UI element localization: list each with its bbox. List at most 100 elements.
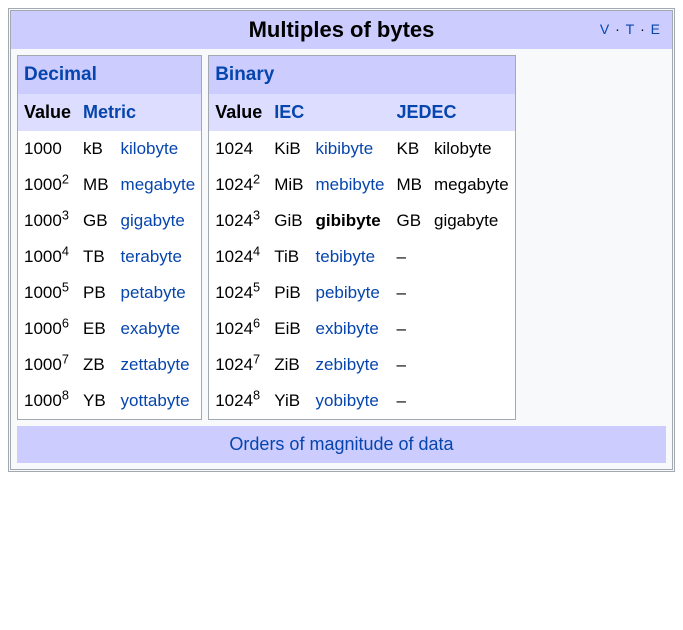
jedec-symbol-cell: GB [391, 203, 429, 239]
vte-view-link[interactable]: V [598, 21, 611, 37]
jedec-dash-cell: – [391, 383, 515, 419]
jedec-name-cell: megabyte [428, 167, 515, 203]
iec-name-cell: mebibyte [310, 167, 391, 203]
unit-link[interactable]: yottabyte [121, 391, 190, 410]
table-row: 10005PB petabyte [18, 275, 201, 311]
name-cell: terabyte [115, 239, 202, 275]
table-row: 10242MiB mebibyte MBmegabyte [209, 167, 514, 203]
orders-of-magnitude-link[interactable]: Orders of magnitude of data [229, 434, 453, 454]
symbol-cell: YB [77, 383, 115, 419]
iec-symbol-cell: ZiB [268, 347, 309, 383]
value-cell: 10002 [18, 167, 77, 203]
name-cell: megabyte [115, 167, 202, 203]
multiples-of-bytes-box: Multiples of bytes V · T · E Decimal Val… [8, 8, 675, 472]
unit-link[interactable]: terabyte [121, 247, 182, 266]
iec-name-cell: yobibyte [310, 383, 391, 419]
unit-link[interactable]: megabyte [121, 175, 196, 194]
table-row: 10244TiB tebibyte– [209, 239, 514, 275]
iec-name-cell: zebibyte [310, 347, 391, 383]
iec-symbol-cell: MiB [268, 167, 309, 203]
iec-symbol-cell: YiB [268, 383, 309, 419]
table-row: 10004TBterabyte [18, 239, 201, 275]
unit-link[interactable]: mebibyte [316, 175, 385, 194]
value-cell: 10246 [209, 311, 268, 347]
unit-link[interactable]: exabyte [121, 319, 181, 338]
iec-name-cell: tebibyte [310, 239, 391, 275]
unit-link[interactable]: kilobyte [121, 139, 179, 158]
unit-link[interactable]: exbibyte [316, 319, 379, 338]
symbol-cell: ZB [77, 347, 115, 383]
table-row: 10246EiB exbibyte– [209, 311, 514, 347]
decimal-header-link[interactable]: Decimal [24, 64, 97, 85]
jedec-dash-cell: – [391, 275, 515, 311]
unit-link[interactable]: zettabyte [121, 355, 190, 374]
symbol-cell: MB [77, 167, 115, 203]
vte-edit-link[interactable]: E [649, 21, 662, 37]
table-row: 10248YiB yobibyte– [209, 383, 514, 419]
value-cell: 10244 [209, 239, 268, 275]
name-cell: yottabyte [115, 383, 202, 419]
symbol-cell: kB [77, 131, 115, 167]
value-cell: 10007 [18, 347, 77, 383]
tables-row: Decimal Value Metric 1000kB kilobyte 10002… [11, 49, 672, 426]
symbol-cell: EB [77, 311, 115, 347]
jedec-symbol-cell: KB [391, 131, 429, 167]
decimal-header: Decimal [18, 56, 201, 94]
jedec-symbol-cell: MB [391, 167, 429, 203]
value-cell: 10243 [209, 203, 268, 239]
iec-header-link[interactable]: IEC [274, 102, 304, 122]
jedec-name-cell: kilobyte [428, 131, 515, 167]
binary-jedec-header: JEDEC [391, 94, 515, 131]
value-cell: 10245 [209, 275, 268, 311]
value-cell: 10242 [209, 167, 268, 203]
box-title: Multiples of bytes [249, 17, 435, 42]
unit-link[interactable]: zebibyte [316, 355, 379, 374]
jedec-dash-cell: – [391, 239, 515, 275]
value-cell: 10247 [209, 347, 268, 383]
value-cell: 10003 [18, 203, 77, 239]
decimal-metric-header: Metric [77, 94, 201, 131]
unit-link[interactable]: kibibyte [316, 139, 374, 158]
metric-header-link[interactable]: Metric [83, 102, 136, 122]
title-row: Multiples of bytes V · T · E [11, 11, 672, 49]
value-cell: 1000 [18, 131, 77, 167]
table-row: 10245PiB pebibyte– [209, 275, 514, 311]
value-cell: 10248 [209, 383, 268, 419]
table-row: 10008YByottabyte [18, 383, 201, 419]
table-row: 10006EB exabyte [18, 311, 201, 347]
table-row: 10002MB megabyte [18, 167, 201, 203]
jedec-name-cell: gigabyte [428, 203, 515, 239]
jedec-header-link[interactable]: JEDEC [397, 102, 457, 122]
binary-iec-header: IEC [268, 94, 390, 131]
unit-link[interactable]: petabyte [121, 283, 186, 302]
vte-talk-link[interactable]: T [624, 21, 637, 37]
table-row: 10247ZiBzebibyte– [209, 347, 514, 383]
iec-name-cell: exbibyte [310, 311, 391, 347]
unit-link[interactable]: gigabyte [121, 211, 185, 230]
value-cell: 10005 [18, 275, 77, 311]
iec-name-cell: kibibyte [310, 131, 391, 167]
decimal-table-wrap: Decimal Value Metric 1000kB kilobyte 10002… [17, 55, 202, 420]
binary-value-header: Value [209, 94, 268, 131]
symbol-cell: TB [77, 239, 115, 275]
symbol-cell: PB [77, 275, 115, 311]
value-cell: 10006 [18, 311, 77, 347]
unit-link[interactable]: pebibyte [316, 283, 380, 302]
table-row: 10007ZB zettabyte [18, 347, 201, 383]
unit-link[interactable]: tebibyte [316, 247, 376, 266]
footer-row: Orders of magnitude of data [17, 426, 666, 463]
iec-symbol-cell: EiB [268, 311, 309, 347]
name-cell: exabyte [115, 311, 202, 347]
jedec-dash-cell: – [391, 311, 515, 347]
unit-link[interactable]: yobibyte [316, 391, 379, 410]
binary-header-link[interactable]: Binary [215, 64, 274, 85]
table-row: 10003GBgigabyte [18, 203, 201, 239]
vte-links: V · T · E [598, 21, 662, 37]
name-cell: zettabyte [115, 347, 202, 383]
iec-symbol-cell: PiB [268, 275, 309, 311]
unit-name-bold: gibibyte [316, 211, 381, 230]
iec-symbol-cell: TiB [268, 239, 309, 275]
name-cell: gigabyte [115, 203, 202, 239]
decimal-value-header: Value [18, 94, 77, 131]
iec-name-cell: gibibyte [310, 203, 391, 239]
